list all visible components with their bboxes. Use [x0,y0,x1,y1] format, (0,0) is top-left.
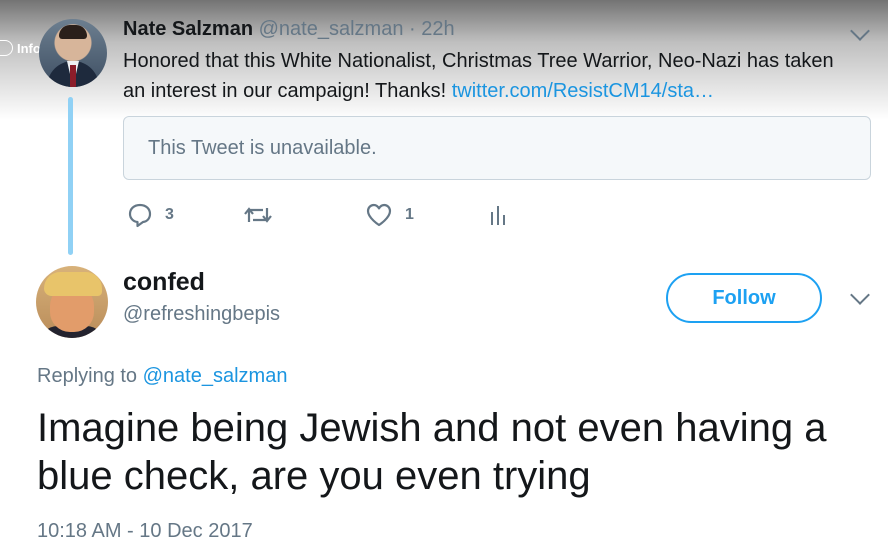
quoted-tweet-card[interactable]: This Tweet is unavailable. [123,116,871,180]
analytics-icon [491,206,505,225]
like-icon [366,203,392,227]
thread-connector-line [68,97,73,255]
chevron-down-icon[interactable] [850,285,870,305]
replying-to: Replying to @nate_salzman [37,365,287,388]
tweet-actions: 3 1 [123,202,543,234]
tweet-text: Honored that this White Nationalist, Chr… [123,46,878,106]
reply-count: 3 [165,206,174,223]
tweet-header: Nate Salzman @nate_salzman · 22h [123,18,455,41]
avatar[interactable] [36,266,108,338]
author-name[interactable]: Nate Salzman [123,18,253,40]
reply-icon [128,203,152,228]
info-label: Info [17,40,41,56]
mention-link[interactable]: @nate_salzman [143,365,288,387]
author-handle[interactable]: @refreshingbepis [123,303,280,326]
author-name[interactable]: confed [123,268,205,297]
tweet-text-line: an interest in our campaign! Thanks! [123,80,447,102]
avatar[interactable] [39,19,107,87]
replying-prefix: Replying to [37,365,138,387]
tweet-text-line: Honored that this White Nationalist, Chr… [123,50,834,72]
info-icon [0,40,13,56]
reply-button[interactable]: 3 [127,202,174,228]
retweet-icon [244,207,272,223]
retweet-button[interactable] [243,202,285,228]
like-count: 1 [405,206,414,223]
tweet-link[interactable]: twitter.com/ResistCM14/sta… [452,80,714,102]
tweet-timestamp[interactable]: 10:18 AM - 10 Dec 2017 [37,520,253,543]
author-handle[interactable]: @nate_salzman [259,18,404,40]
chevron-down-icon[interactable] [850,21,870,41]
tweet-time[interactable]: · 22h [409,18,455,40]
follow-button[interactable]: Follow [666,273,822,323]
like-button[interactable]: 1 [365,202,414,228]
analytics-button[interactable] [488,202,508,228]
tweet-text: Imagine being Jewish and not even having… [37,406,827,498]
info-button[interactable]: Info [0,40,41,56]
unavailable-message: This Tweet is unavailable. [148,137,377,159]
